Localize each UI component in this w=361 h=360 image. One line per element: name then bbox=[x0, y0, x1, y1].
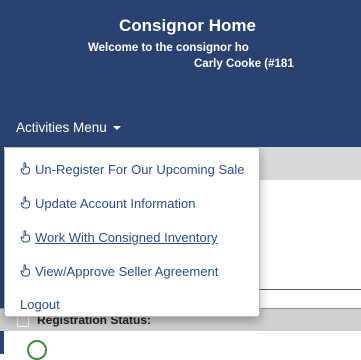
menu-item-label: Logout bbox=[20, 297, 60, 312]
menu-item-logout[interactable]: Logout bbox=[5, 288, 259, 322]
hand-pointer-icon bbox=[20, 162, 30, 175]
activities-dropdown-menu: Un-Register For Our Upcoming Sale Update… bbox=[4, 147, 260, 317]
page-title: Consignor Home bbox=[119, 16, 256, 35]
menu-item-label: Work With Consigned Inventory bbox=[35, 230, 218, 245]
welcome-text: Welcome to the consignor ho bbox=[88, 42, 249, 54]
menu-item-unregister[interactable]: Un-Register For Our Upcoming Sale bbox=[5, 153, 259, 187]
hand-pointer-icon bbox=[20, 196, 30, 209]
navbar bbox=[0, 91, 361, 147]
activities-menu-label: Activities Menu bbox=[16, 120, 107, 135]
hand-pointer-icon bbox=[20, 264, 30, 277]
menu-item-seller-agreement[interactable]: View/Approve Seller Agreement bbox=[5, 255, 259, 289]
activities-menu-toggle[interactable]: Activities Menu bbox=[16, 120, 121, 135]
status-circle-icon bbox=[27, 340, 47, 360]
content-band bbox=[250, 147, 361, 180]
menu-item-label: Update Account Information bbox=[35, 196, 196, 211]
hand-pointer-icon bbox=[20, 230, 30, 243]
menu-item-update-account[interactable]: Update Account Information bbox=[5, 187, 259, 221]
menu-item-label: Un-Register For Our Upcoming Sale bbox=[35, 162, 245, 177]
user-name: Carly Cooke (#181 bbox=[194, 58, 294, 70]
content-divider bbox=[250, 289, 361, 290]
caret-down-icon bbox=[112, 126, 121, 130]
page-header: Consignor Home Welcome to the consignor … bbox=[0, 0, 361, 91]
menu-item-consigned-inventory[interactable]: Work With Consigned Inventory bbox=[5, 221, 259, 255]
menu-item-label: View/Approve Seller Agreement bbox=[35, 264, 219, 279]
